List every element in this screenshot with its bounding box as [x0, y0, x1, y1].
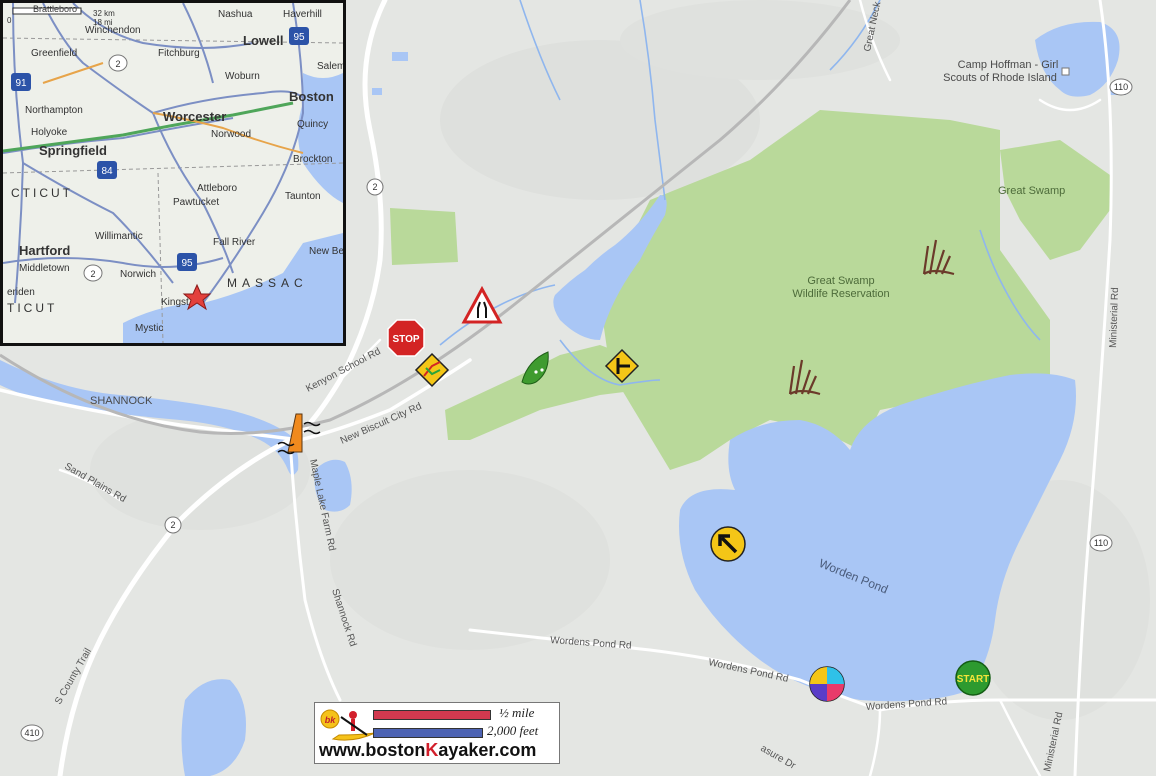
inset-scale-km: 32 km — [93, 9, 115, 18]
inset-city-fall-river: Fall River — [213, 237, 256, 248]
inset-city-haverhill: Haverhill — [283, 9, 322, 20]
inset-city-attleboro: Attleboro — [197, 183, 237, 194]
inset-city-woburn: Woburn — [225, 71, 260, 82]
svg-text:STOP: STOP — [392, 334, 419, 345]
direction-arrow-icon[interactable] — [710, 526, 746, 562]
inset-city-boston: Boston — [289, 89, 334, 104]
route-410-shield: 410 — [20, 724, 44, 742]
svg-text:91: 91 — [15, 78, 27, 89]
inset-city-mystic: Mystic — [135, 323, 163, 334]
url-suffix: ayaker.com — [438, 740, 537, 760]
inset-city-winchendon: Winchendon — [85, 25, 141, 36]
inset-city-greenfield: Greenfield — [31, 48, 77, 59]
inset-city-willimantic: Willimantic — [95, 231, 143, 242]
label-great-swamp: Great Swamp — [998, 185, 1065, 197]
route-110-shield-mid: 110 — [1089, 534, 1113, 552]
inset-city-holyoke: Holyoke — [31, 127, 68, 138]
svg-text:95: 95 — [293, 32, 305, 43]
url-k: K — [425, 740, 439, 760]
inset-state-connecticut-2: TICUT — [7, 301, 57, 315]
inset-state-massachusetts: MASSAC — [227, 276, 308, 290]
website-url[interactable]: www.bostonKayaker.com — [319, 740, 536, 761]
start-marker-icon[interactable]: START — [955, 660, 991, 696]
route-110-shield-top: 110 — [1109, 78, 1133, 96]
inset-i95-shield-low: 95 — [177, 253, 197, 271]
inset-city-springfield: Springfield — [39, 143, 107, 158]
scale-bar-feet — [373, 728, 483, 738]
inset-city-middletown: Middletown — [19, 263, 70, 274]
inset-city-norwich: Norwich — [120, 269, 156, 280]
inset-city-kingston: Kingst — [161, 297, 189, 308]
inset-scale-zero: 0 — [7, 16, 12, 25]
inset-city-quincy: Quincy — [297, 119, 328, 130]
inset-city-new-bedford: New Be — [309, 246, 343, 257]
inset-city-brattleboro: Brattleboro — [33, 4, 77, 14]
svg-text:START: START — [957, 674, 990, 685]
route-2-shield-top: 2 — [366, 178, 384, 196]
inset-city-fitchburg: Fitchburg — [158, 48, 200, 59]
inset-r2-shield-low: 2 — [83, 264, 103, 282]
svg-text:bk: bk — [325, 715, 336, 725]
svg-text:110: 110 — [1094, 538, 1108, 548]
inset-overview-map[interactable]: 0 32 km 18 mi Brattleboro Nashua Haverhi… — [0, 0, 346, 346]
inset-city-hartford: Hartford — [19, 243, 70, 258]
inset-city-lowell: Lowell — [243, 33, 283, 48]
inset-city-worcester: Worcester — [163, 109, 226, 124]
scale-label-feet: 2,000 feet — [487, 723, 539, 738]
inset-city-northampton: Northampton — [25, 105, 83, 116]
inset-i95-shield-top: 95 — [289, 27, 309, 45]
inset-city-nashua: Nashua — [218, 9, 253, 20]
url-prefix: www.boston — [319, 740, 426, 760]
scale-label-half-mile: ½ mile — [499, 705, 535, 720]
label-ministerial-rd-1: Ministerial Rd — [1108, 287, 1121, 348]
beach-ball-icon[interactable] — [809, 666, 845, 702]
svg-text:2: 2 — [372, 182, 377, 192]
svg-text:110: 110 — [1114, 82, 1128, 92]
svg-text:410: 410 — [24, 728, 39, 738]
inset-state-connecticut-1: CTICUT — [11, 186, 73, 200]
camp-poi-icon[interactable] — [1061, 67, 1070, 76]
svg-text:84: 84 — [101, 166, 113, 177]
inset-city-meriden: eriden — [7, 287, 35, 298]
svg-text:2: 2 — [115, 59, 120, 69]
label-shannock: SHANNOCK — [90, 395, 153, 407]
label-camp-1: Camp Hoffman - Girl — [958, 59, 1059, 71]
route-2-shield-low: 2 — [164, 516, 182, 534]
inset-city-norwood: Norwood — [211, 129, 251, 140]
inset-i84-shield: 84 — [97, 161, 117, 179]
label-reservation-1: Great Swamp — [807, 275, 874, 287]
inset-r2-shield: 2 — [108, 54, 128, 72]
label-camp-2: Scouts of Rhode Island — [943, 72, 1057, 84]
svg-text:2: 2 — [170, 520, 175, 530]
inset-city-salem: Salem — [317, 61, 343, 72]
inset-city-taunton: Taunton — [285, 191, 321, 202]
svg-text:95: 95 — [181, 258, 193, 269]
inset-city-pawtucket: Pawtucket — [173, 197, 219, 208]
stop-sign-icon[interactable]: STOP — [387, 319, 425, 357]
label-reservation-2: Wildlife Reservation — [792, 288, 889, 300]
inset-i91-shield: 91 — [11, 73, 31, 91]
scale-bar-half-mile — [373, 710, 491, 720]
kayaker-logo-icon: bk — [320, 709, 376, 741]
scale-legend: bk ½ mile 2,000 feet www.bostonKayaker.c… — [314, 702, 560, 764]
svg-text:2: 2 — [90, 269, 95, 279]
inset-city-brockton: Brockton — [293, 154, 332, 165]
